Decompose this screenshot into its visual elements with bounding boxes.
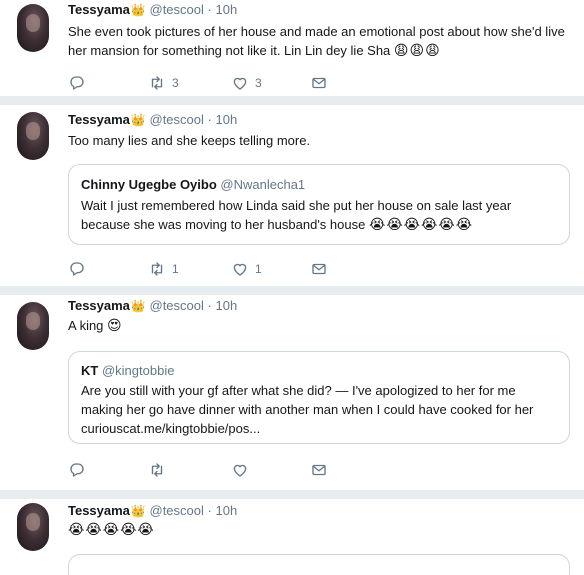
tweet-header: Tessyama👑 @tescool · 10h [68, 112, 237, 128]
quoted-tweet-header: KT @kingtobbie [81, 363, 174, 378]
quoted-tweet-text: Wait I just remembered how Linda said sh… [81, 196, 551, 234]
like-count: 3 [255, 76, 262, 90]
quoted-tweet[interactable]: Chinny Ugegbe Oyibo @Nwanlecha1 Wait I j… [68, 164, 570, 245]
author-handle[interactable]: @tescool [150, 298, 204, 313]
message-icon [312, 77, 326, 89]
quoted-author-name: KT [81, 363, 99, 378]
author-name[interactable]: Tessyama [68, 112, 130, 127]
author-handle[interactable]: @tescool [150, 503, 204, 518]
quoted-tweet-text: Are you still with your gf after what sh… [81, 381, 551, 438]
like-icon [233, 77, 247, 90]
tweet-divider [0, 286, 584, 295]
quoted-emoji: 😭😭😭😭😭😭 [368, 216, 474, 232]
tweet-text-content: Too many lies and she keeps telling more… [68, 133, 311, 148]
retweet-button[interactable]: 1 [148, 260, 179, 278]
quoted-tweet[interactable] [68, 554, 570, 575]
tweet-divider [0, 96, 584, 105]
tweet-header: Tessyama👑 @tescool · 10h [68, 2, 237, 18]
tweet-text: She even took pictures of her house and … [68, 22, 573, 60]
tweet-emoji: 😩😩😩 [393, 42, 441, 58]
message-button[interactable] [310, 260, 328, 278]
timestamp[interactable]: 10h [215, 2, 237, 17]
reply-button[interactable] [68, 260, 86, 278]
avatar[interactable] [17, 112, 49, 160]
tweet[interactable]: Tessyama👑 @tescool · 10h She even took p… [0, 0, 584, 96]
reply-button[interactable] [68, 74, 86, 92]
tweet-actions: 1 1 [68, 260, 368, 278]
tweet[interactable]: Tessyama👑 @tescool · 10h A king 😍 KT @ki… [0, 295, 584, 490]
retweet-icon [151, 76, 163, 90]
like-button[interactable]: 3 [231, 74, 262, 92]
separator-dot: · [207, 112, 212, 127]
reply-button[interactable] [68, 461, 86, 479]
tweet[interactable]: Tessyama👑 @tescool · 10h Too many lies a… [0, 105, 584, 286]
reply-icon [70, 463, 84, 477]
timestamp[interactable]: 10h [215, 112, 237, 127]
crown-emoji: 👑 [130, 113, 146, 127]
quoted-author-handle: @kingtobbie [101, 363, 175, 378]
tweet-text: Too many lies and she keeps telling more… [68, 131, 573, 150]
avatar[interactable] [17, 302, 49, 350]
quoted-text-content: Are you still with your gf after what sh… [81, 383, 534, 436]
message-button[interactable] [310, 461, 328, 479]
separator-dot: · [207, 2, 212, 17]
tweet-text: 😭😭😭😭😭 [68, 520, 573, 539]
like-icon [233, 464, 247, 477]
quoted-tweet[interactable]: KT @kingtobbie Are you still with your g… [68, 351, 570, 444]
tweet[interactable]: Tessyama👑 @tescool · 10h 😭😭😭😭😭 [0, 499, 584, 575]
tweet-header: Tessyama👑 @tescool · 10h [68, 503, 237, 519]
retweet-count: 3 [172, 76, 179, 90]
message-icon [312, 464, 326, 476]
like-icon [233, 263, 247, 276]
tweet-text-content: She even took pictures of her house and … [68, 24, 565, 58]
tweet-text-content: A king [68, 318, 104, 333]
tweet-divider [0, 490, 584, 499]
quoted-tweet-header: Chinny Ugegbe Oyibo @Nwanlecha1 [81, 177, 305, 192]
retweet-button[interactable] [148, 461, 166, 479]
tweet-actions: 3 3 [68, 74, 368, 92]
tweet-header: Tessyama👑 @tescool · 10h [68, 298, 237, 314]
crown-emoji: 👑 [130, 504, 146, 518]
author-name[interactable]: Tessyama [68, 298, 130, 313]
timestamp[interactable]: 10h [215, 503, 237, 518]
like-button[interactable] [231, 461, 249, 479]
author-handle[interactable]: @tescool [150, 112, 204, 127]
retweet-count: 1 [172, 262, 179, 276]
retweet-button[interactable]: 3 [148, 74, 179, 92]
reply-icon [70, 262, 84, 276]
message-icon [312, 263, 326, 275]
quoted-author-handle: @Nwanlecha1 [220, 177, 306, 192]
author-name[interactable]: Tessyama [68, 2, 130, 17]
tweet-text: A king 😍 [68, 316, 573, 335]
separator-dot: · [207, 298, 212, 313]
like-button[interactable]: 1 [231, 260, 262, 278]
message-button[interactable] [310, 74, 328, 92]
separator-dot: · [207, 503, 212, 518]
tweet-emoji: 😭😭😭😭😭 [68, 521, 155, 537]
tweet-actions [68, 461, 368, 479]
timestamp[interactable]: 10h [215, 298, 237, 313]
retweet-icon [151, 262, 163, 276]
crown-emoji: 👑 [130, 3, 146, 17]
crown-emoji: 👑 [130, 299, 146, 313]
author-name[interactable]: Tessyama [68, 503, 130, 518]
retweet-icon [151, 463, 163, 477]
author-handle[interactable]: @tescool [150, 2, 204, 17]
avatar[interactable] [17, 503, 49, 551]
tweet-emoji: 😍 [107, 317, 123, 333]
quoted-author-name: Chinny Ugegbe Oyibo [81, 177, 217, 192]
avatar[interactable] [17, 4, 49, 52]
like-count: 1 [255, 262, 262, 276]
reply-icon [70, 76, 84, 90]
